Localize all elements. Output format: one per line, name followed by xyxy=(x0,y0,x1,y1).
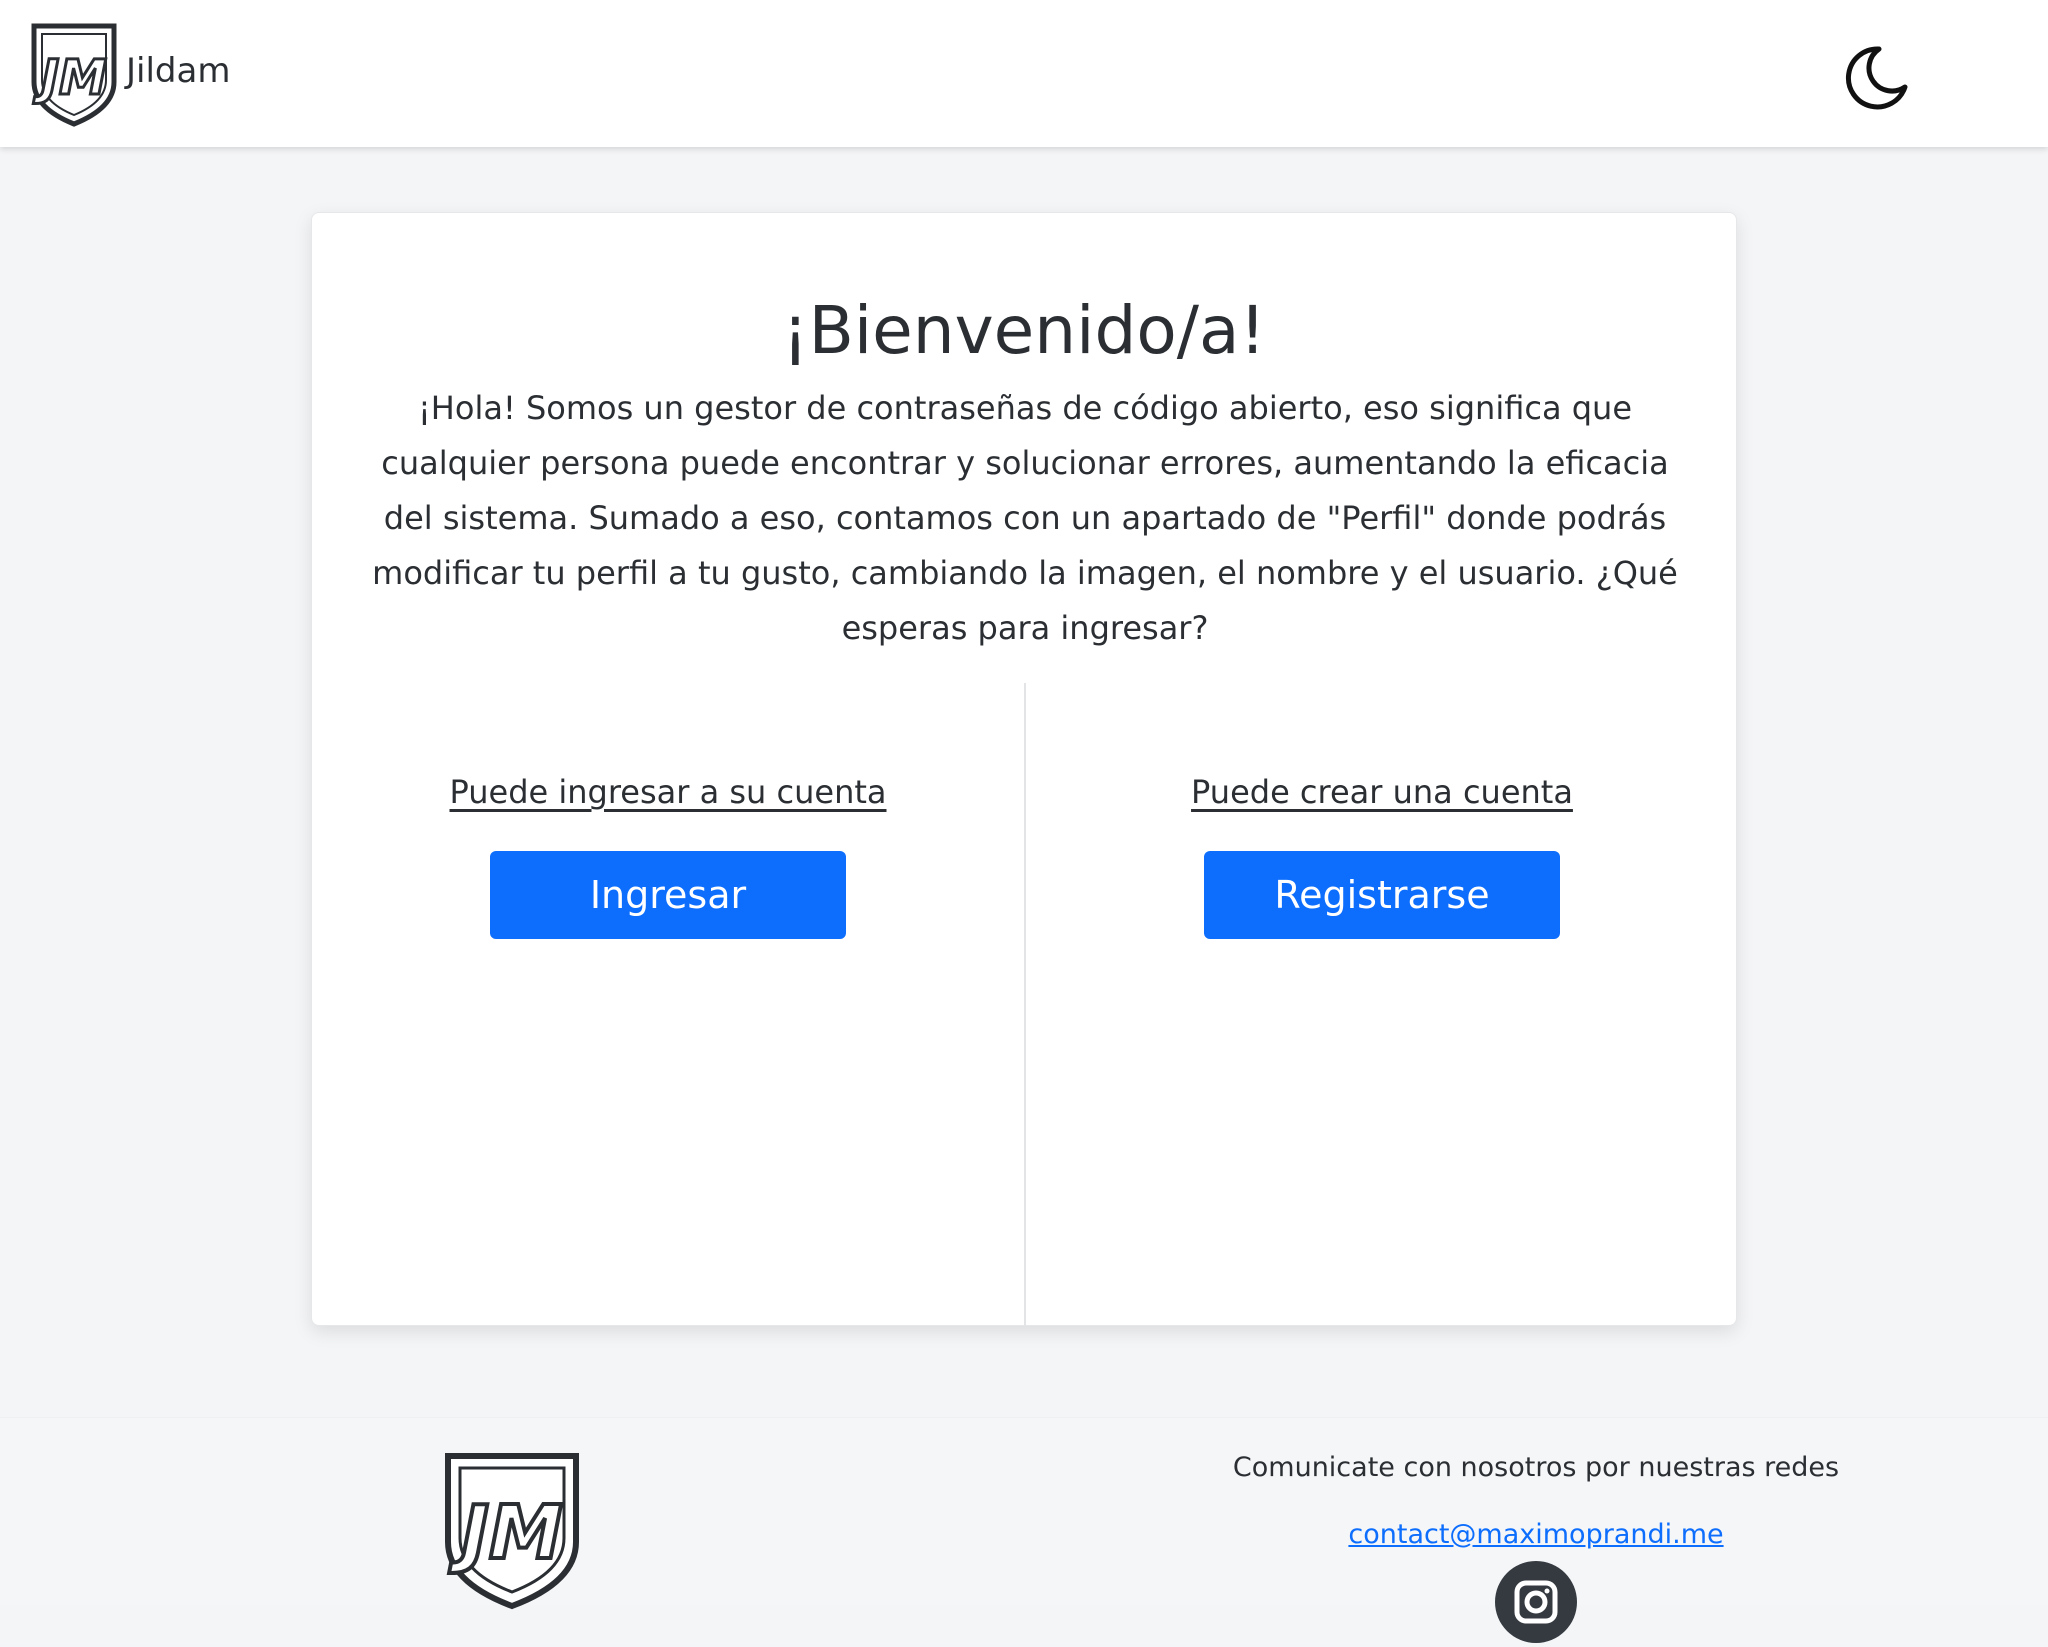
login-caption: Puede ingresar a su cuenta xyxy=(449,773,887,811)
welcome-card: ¡Bienvenido/a! ¡Hola! Somos un gestor de… xyxy=(311,212,1738,1327)
login-section: Puede ingresar a su cuenta Ingresar xyxy=(312,773,1024,939)
register-section: Puede crear una cuenta Registrarse xyxy=(1026,773,1738,939)
footer-contact-text: Comunicate con nosotros por nuestras red… xyxy=(1232,1452,1840,1483)
footer-logo-icon: JM xyxy=(445,1453,579,1610)
page-title: ¡Bienvenido/a! xyxy=(782,292,1266,369)
brand-name: Jildam xyxy=(126,51,231,91)
svg-text:JM: JM xyxy=(33,50,107,106)
svg-text:JM: JM xyxy=(448,1490,562,1576)
brand-link[interactable]: JM Jildam xyxy=(30,22,230,128)
footer: JM Comunicate con nosotros por nuestras … xyxy=(0,1417,2048,1643)
brand-logo-icon: JM xyxy=(31,23,117,127)
theme-toggle-button[interactable] xyxy=(1836,38,1916,118)
intro-text: ¡Hola! Somos un gestor de contraseñas de… xyxy=(372,389,1678,647)
contact-email-link[interactable]: contact@maximoprandi.me xyxy=(1348,1519,1723,1550)
register-button[interactable]: Registrarse xyxy=(1204,851,1560,939)
login-button[interactable]: Ingresar xyxy=(490,851,846,939)
instagram-icon[interactable] xyxy=(1495,1561,1577,1643)
moon-icon xyxy=(1846,46,1908,110)
footer-contact: Comunicate con nosotros por nuestras red… xyxy=(1200,1452,1872,1550)
register-caption: Puede crear una cuenta xyxy=(1191,773,1573,811)
instagram-glyph-icon xyxy=(1514,1580,1558,1624)
navbar: JM Jildam xyxy=(0,0,2048,147)
